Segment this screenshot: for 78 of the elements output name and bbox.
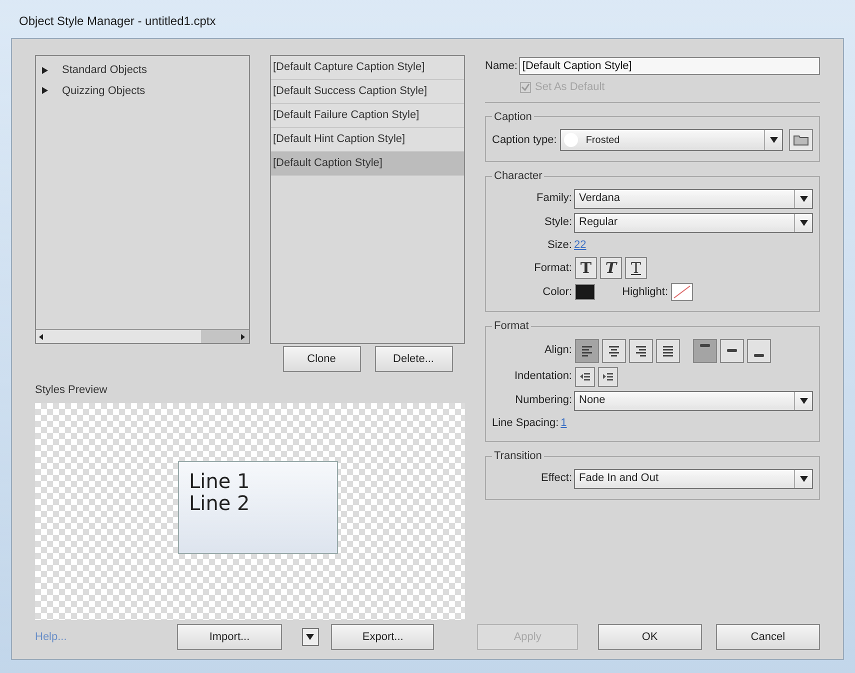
numbering-dropdown[interactable]: None: [574, 390, 813, 410]
field-label: Size:: [546, 238, 572, 252]
field-label: Family:: [536, 191, 572, 206]
field-label: Align:: [543, 343, 572, 358]
import-options-button[interactable]: [302, 628, 320, 646]
field-label: Name:: [485, 58, 518, 74]
checkmark-icon: [521, 82, 530, 92]
expand-arrow-icon[interactable]: [42, 87, 48, 94]
caption-text-line: Line 2: [189, 492, 251, 514]
dropdown-arrow-icon: [770, 137, 778, 143]
style-list-item[interactable]: [Default Failure Caption Style]: [271, 104, 464, 128]
valign-icon: [727, 349, 737, 352]
align-button[interactable]: [656, 338, 680, 362]
align-button[interactable]: [602, 338, 626, 362]
align-button[interactable]: [747, 338, 771, 362]
caption-type-dropdown[interactable]: Frosted: [560, 129, 783, 151]
style-list-item[interactable]: [Default Hint Caption Style]: [271, 128, 464, 152]
style-list-item[interactable]: [Default Capture Caption Style]: [271, 56, 464, 80]
preview-label: Styles Preview: [35, 383, 108, 398]
font-style-dropdown[interactable]: Regular: [574, 212, 813, 232]
field-label: Caption type:: [492, 132, 557, 148]
style-list-item[interactable]: [Default Success Caption Style]: [271, 80, 464, 104]
dropdown-arrow-icon: [800, 476, 808, 482]
name-field[interactable]: [Default Caption Style]: [519, 57, 820, 75]
import-button[interactable]: Import...: [177, 624, 282, 650]
dropdown-arrow-icon: [800, 220, 808, 226]
color-swatch[interactable]: [575, 284, 595, 300]
valign-icon: [754, 354, 764, 357]
field-label: Format:: [533, 260, 572, 276]
folder-button[interactable]: [789, 129, 813, 151]
tree-item[interactable]: Standard Objects: [42, 62, 249, 78]
indent-button[interactable]: [575, 366, 595, 386]
text-format-button[interactable]: T: [600, 257, 622, 279]
style-list-item[interactable]: [Default Caption Style]: [271, 152, 464, 176]
valign-icon: [700, 344, 710, 347]
ok-button[interactable]: OK: [598, 624, 702, 650]
group-title: Format: [493, 319, 530, 334]
folder-icon: [793, 134, 809, 146]
align-button[interactable]: [629, 338, 653, 362]
export-button[interactable]: Export...: [331, 624, 434, 650]
indent-button[interactable]: [598, 366, 618, 386]
field-label: Indentation:: [514, 369, 572, 384]
align-icon: [634, 344, 648, 356]
text-format-button[interactable]: T: [625, 257, 647, 279]
field-label: Style:: [543, 215, 572, 230]
expand-arrow-icon[interactable]: [42, 66, 48, 74]
field-label: Color:: [542, 284, 572, 300]
align-button[interactable]: [720, 338, 744, 362]
align-button[interactable]: [693, 338, 717, 362]
effect-dropdown[interactable]: Fade In and Out: [574, 468, 813, 488]
window-title: Object Style Manager - untitled1.cptx: [19, 13, 216, 30]
group-title: Character: [493, 169, 544, 184]
highlight-swatch-icon[interactable]: [671, 283, 693, 301]
dropdown-arrow-icon: [800, 196, 808, 202]
caption-text-line: Line 1: [189, 470, 251, 492]
list-action-button[interactable]: Clone: [282, 346, 360, 372]
dropdown-arrow-icon: [306, 634, 314, 640]
field-label: Numbering:: [514, 393, 572, 408]
decrease-indent-icon: [579, 372, 591, 382]
align-button[interactable]: [575, 338, 599, 362]
tree-item[interactable]: Quizzing Objects: [42, 82, 249, 99]
font-family-dropdown[interactable]: Verdana: [574, 188, 813, 208]
scroll-left-icon[interactable]: [39, 334, 43, 340]
align-icon: [580, 344, 594, 356]
group-title: Transition: [493, 449, 543, 464]
field-label: Effect:: [540, 471, 572, 486]
increase-indent-icon: [602, 372, 614, 382]
field-label: Line Spacing:: [492, 416, 559, 430]
align-icon: [607, 344, 621, 356]
dropdown-arrow-icon: [800, 398, 808, 404]
group-title: Caption: [493, 110, 533, 124]
cancel-button[interactable]: Cancel: [716, 624, 820, 650]
list-action-button[interactable]: Delete...: [374, 346, 452, 372]
scroll-right-icon[interactable]: [241, 334, 245, 340]
text-format-button[interactable]: T: [575, 257, 597, 279]
horizontal-scrollbar[interactable]: [36, 329, 249, 343]
field-label: Highlight:: [621, 284, 668, 300]
align-icon: [661, 344, 675, 356]
